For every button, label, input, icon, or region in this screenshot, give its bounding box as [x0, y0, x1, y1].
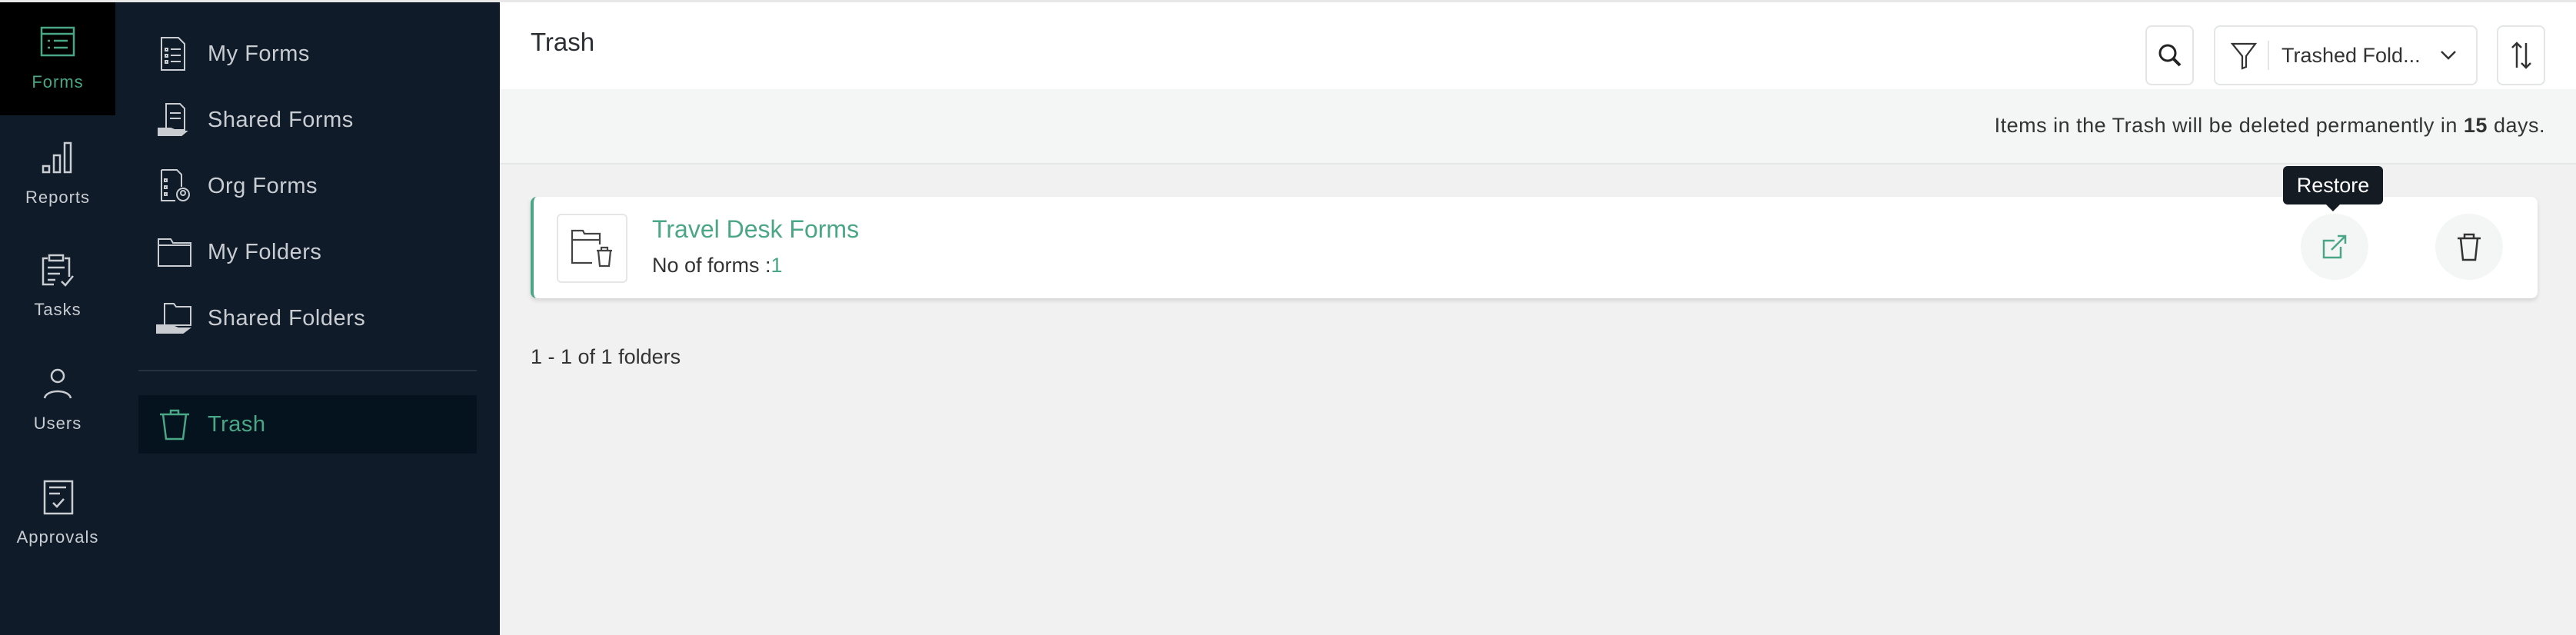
restore-tooltip: Restore: [2283, 166, 2383, 211]
sidebar-label: Shared Forms: [208, 107, 354, 132]
sidebar-item-trash[interactable]: Trash: [138, 395, 477, 454]
sidebar-label: Shared Folders: [208, 305, 366, 331]
shared-folder-icon: [156, 303, 191, 334]
sidebar-label: Trash: [208, 411, 266, 437]
page-title: Trash: [531, 28, 595, 56]
rail-label: Approvals: [16, 527, 99, 547]
sidebar-item-org-forms[interactable]: Org Forms: [138, 157, 477, 215]
org-forms-icon: [161, 169, 190, 201]
rail-item-reports[interactable]: Reports: [0, 115, 115, 231]
chevron-down-icon: [2441, 51, 2456, 60]
rail-item-approvals[interactable]: Approvals: [0, 455, 115, 570]
delete-permanently-button[interactable]: [2435, 214, 2503, 280]
page-header: Trash Trashed Fold...: [500, 0, 2576, 89]
top-border: [0, 0, 2576, 2]
sidebar-label: Org Forms: [208, 173, 318, 198]
rail-item-forms[interactable]: Forms: [0, 0, 115, 115]
folder-icon: [158, 238, 191, 267]
rail-item-tasks[interactable]: Tasks: [0, 228, 115, 343]
trash-icon: [160, 409, 189, 441]
sidebar-item-my-forms[interactable]: My Forms: [138, 25, 477, 83]
sort-button[interactable]: [2497, 25, 2545, 85]
tasks-icon: [42, 254, 74, 287]
users-icon: [43, 368, 72, 399]
trashed-folder-icon: [571, 229, 612, 268]
rail-item-users[interactable]: Users: [0, 341, 115, 457]
filter-divider: [2268, 41, 2269, 70]
forms-icon: [40, 26, 75, 57]
sort-icon: [2511, 42, 2531, 69]
folder-form-count: No of forms :1: [652, 254, 783, 277]
folder-name[interactable]: Travel Desk Forms: [652, 215, 859, 244]
funnel-icon: [2231, 42, 2257, 70]
notice-text: Items in the Trash will be deleted perma…: [1994, 114, 2545, 137]
trash-notice: Items in the Trash will be deleted perma…: [500, 89, 2576, 165]
pagination-summary: 1 - 1 of 1 folders: [531, 345, 681, 368]
restore-button[interactable]: [2301, 214, 2368, 280]
filter-value: Trashed Fold...: [2281, 43, 2421, 67]
trashed-folder-thumbnail: [557, 214, 627, 283]
sidebar-item-shared-forms[interactable]: Shared Forms: [138, 91, 477, 149]
sidebar-label: My Forms: [208, 41, 310, 66]
rail-label: Tasks: [34, 300, 82, 319]
rail-label: Users: [33, 414, 82, 433]
trash-icon: [2458, 233, 2481, 261]
shared-forms-icon: [158, 103, 188, 136]
sidebar-item-my-folders[interactable]: My Folders: [138, 223, 477, 281]
folder-card[interactable]: Travel Desk Forms No of forms :1: [531, 197, 2538, 298]
rail-label: Reports: [25, 188, 91, 207]
sidebar-label: My Folders: [208, 239, 322, 264]
form-document-icon: [161, 37, 185, 71]
search-button[interactable]: [2145, 25, 2194, 85]
sidebar-divider: [138, 370, 477, 371]
approvals-icon: [43, 480, 74, 515]
filter-dropdown[interactable]: Trashed Fold...: [2214, 25, 2478, 85]
restore-icon: [2322, 234, 2347, 259]
sidebar-item-shared-folders[interactable]: Shared Folders: [138, 289, 477, 347]
rail-label: Forms: [32, 72, 84, 91]
search-icon: [2158, 44, 2181, 67]
reports-icon: [42, 141, 72, 174]
sidebar: My Forms Shared Forms Org Forms My Folde…: [115, 0, 500, 635]
app-rail: Forms Reports Tasks Users Approvals: [0, 0, 115, 635]
